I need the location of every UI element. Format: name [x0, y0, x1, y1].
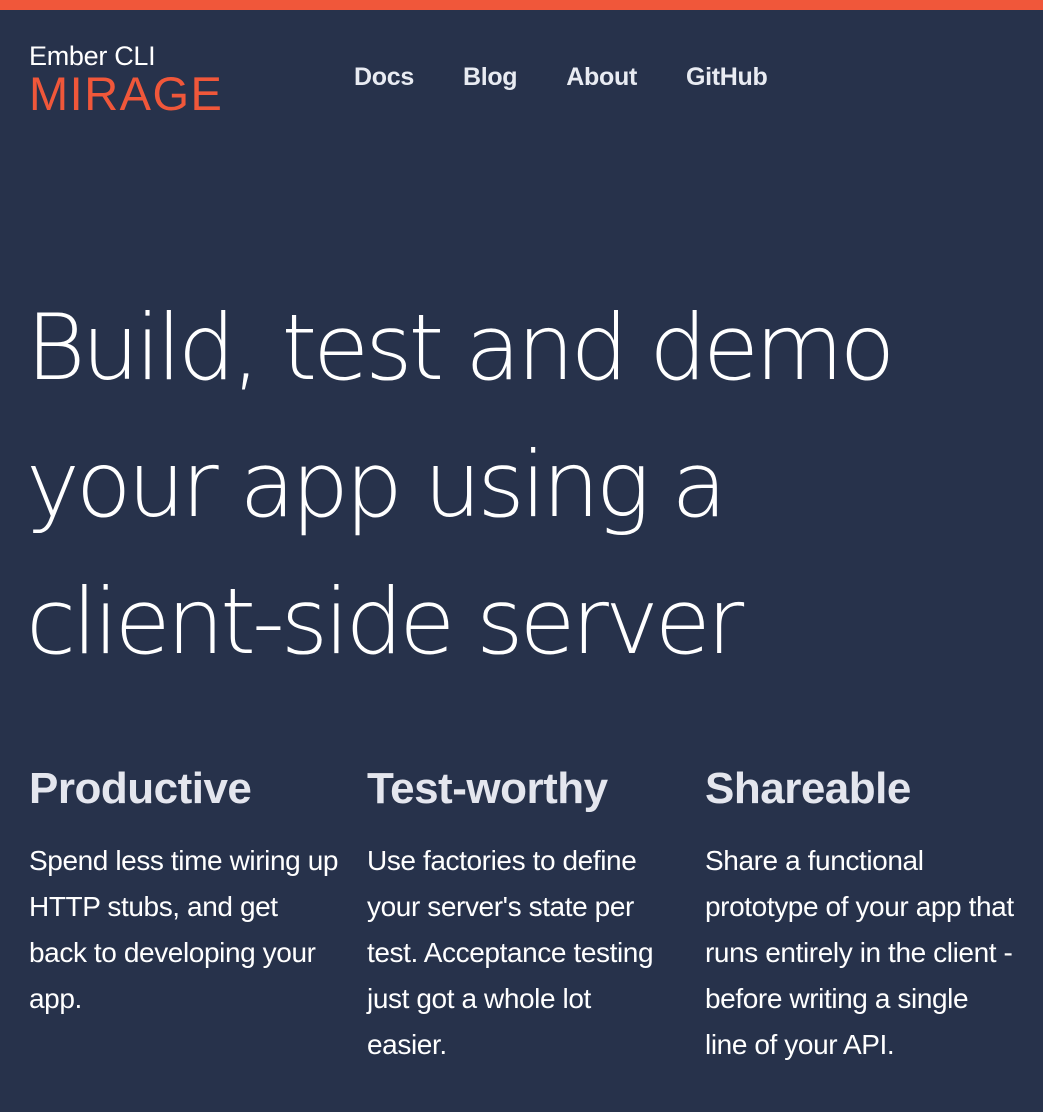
nav-link-docs[interactable]: Docs: [354, 58, 414, 96]
features-section: Productive Spend less time wiring up HTT…: [29, 760, 1019, 1068]
nav-link-blog[interactable]: Blog: [463, 58, 518, 96]
top-accent-bar: [0, 0, 1043, 10]
feature-description: Share a functional prototype of your app…: [705, 845, 1014, 1060]
hero-heading: Build, test and demo your app using a cl…: [26, 280, 1016, 691]
feature-title: Shareable: [705, 764, 911, 813]
hero-line-3: client-side server: [26, 570, 744, 675]
feature-title: Test-worthy: [367, 764, 608, 813]
feature-shareable: Shareable Share a functional prototype o…: [705, 760, 1015, 1068]
feature-title: Productive: [29, 764, 252, 813]
feature-test-worthy: Test-worthy Use factories to define your…: [367, 760, 677, 1068]
site-logo[interactable]: Ember CLI MIRAGE: [29, 40, 259, 117]
feature-description: Use factories to define your server's st…: [367, 845, 654, 1060]
hero-line-1: Build, test and demo: [26, 296, 895, 401]
nav-link-about[interactable]: About: [566, 58, 637, 96]
feature-productive: Productive Spend less time wiring up HTT…: [29, 760, 339, 1068]
logo-mirage-text: MIRAGE: [29, 67, 224, 120]
main-nav: Docs Blog About GitHub: [354, 58, 768, 96]
nav-link-github[interactable]: GitHub: [686, 58, 768, 96]
hero-line-2: your app using a: [26, 433, 727, 538]
feature-description: Spend less time wiring up HTTP stubs, an…: [29, 845, 339, 1014]
